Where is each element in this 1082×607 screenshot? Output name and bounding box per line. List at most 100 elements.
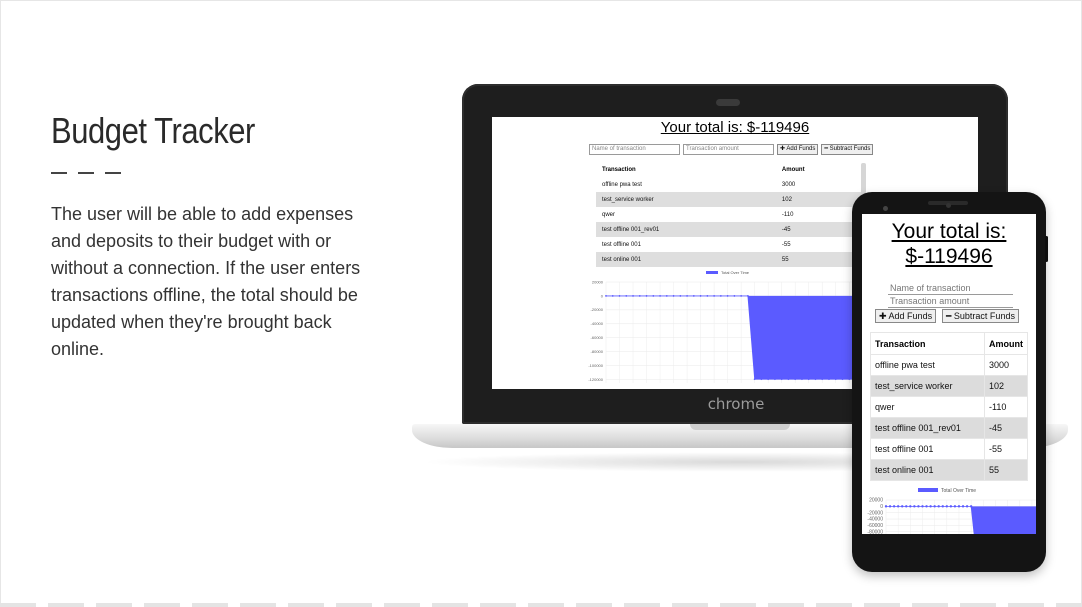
data-point [774, 378, 776, 381]
y-tick-label: 0 [880, 504, 883, 510]
data-point [953, 505, 957, 508]
transaction-name-input[interactable]: Name of transaction [888, 283, 1013, 295]
transaction-name: qwer [602, 211, 616, 218]
data-point [848, 378, 851, 381]
phone-side-button [1045, 236, 1048, 262]
data-point [941, 505, 944, 508]
y-tick-label: -80000 [867, 529, 883, 534]
data-point [746, 295, 749, 297]
data-point [713, 295, 716, 297]
add-funds-button[interactable]: ✚ Add Funds [777, 144, 819, 155]
data-point [760, 378, 763, 381]
transaction-amount: 3000 [984, 354, 1028, 376]
transaction-name: test offline 001 [602, 241, 641, 248]
data-point [740, 295, 743, 297]
data-point [925, 505, 928, 508]
data-point [921, 505, 924, 508]
data-point [672, 295, 675, 297]
data-point [828, 378, 830, 381]
slide-description: The user will be able to add expenses an… [51, 204, 361, 359]
transactions-table: Transaction Amount offline pwa test 3000… [870, 332, 1028, 481]
data-point [726, 295, 729, 297]
table-row: test offline 001 -55 [870, 438, 1028, 460]
table-row: test_service worker 102 [596, 192, 866, 207]
data-point [632, 295, 634, 297]
transaction-amount: -110 [984, 396, 1028, 418]
transaction-amount: 55 [984, 459, 1028, 481]
phone-screen: Your total is: $-119496 Name of transact… [862, 214, 1036, 534]
transaction-amount: 102 [984, 375, 1028, 397]
data-point [905, 505, 908, 508]
transaction-amount: -45 [984, 417, 1028, 439]
data-point [767, 378, 770, 381]
transaction-amount: 3000 [781, 181, 796, 188]
table-row: test offline 001 -55 [596, 237, 866, 252]
total-heading: Your total is: $-119496 [862, 219, 1036, 269]
data-point [692, 295, 695, 297]
data-point [645, 295, 648, 297]
data-point [929, 505, 932, 508]
data-point [896, 505, 900, 508]
y-tick-label: 0 [601, 293, 604, 298]
legend-swatch [706, 271, 718, 274]
total-over-time-chart: Total Over Time 200000-20000-40000-60000-… [867, 488, 1036, 534]
laptop-hinge-notch [690, 424, 790, 430]
data-point [917, 505, 920, 508]
transaction-amount-input[interactable]: Transaction amount [888, 296, 1013, 308]
laptop-brand-label: chrome [707, 395, 765, 413]
y-tick-label: 20000 [592, 279, 604, 284]
data-point [625, 295, 628, 297]
y-tick-label: 20000 [869, 498, 883, 504]
data-point [665, 295, 668, 297]
data-point [618, 295, 621, 297]
transaction-amount-input[interactable]: Transaction amount [683, 144, 774, 155]
data-point [679, 295, 682, 297]
data-point [753, 378, 756, 381]
data-point [821, 378, 824, 381]
data-point [961, 505, 965, 508]
legend-label: Total Over Time [721, 270, 750, 275]
add-funds-button[interactable]: ✚ Add Funds [875, 309, 937, 323]
data-point [605, 295, 607, 297]
data-point [969, 505, 973, 508]
data-point [949, 505, 953, 508]
transaction-name-input[interactable]: Name of transaction [589, 144, 680, 155]
slide-title: Budget Tracker [51, 110, 255, 151]
table-header-row: Transaction Amount [596, 163, 866, 177]
data-point [652, 295, 655, 297]
data-point [913, 505, 916, 508]
subtract-funds-button[interactable]: ━ Subtract Funds [942, 309, 1019, 323]
data-point [909, 505, 912, 508]
title-divider [51, 172, 121, 174]
data-point [780, 378, 783, 381]
y-tick-label: -80000 [591, 349, 604, 354]
table-row: qwer -110 [596, 207, 866, 222]
transaction-name: test offline 001 [870, 438, 985, 460]
data-point [719, 295, 722, 297]
table-row: test offline 001_rev01 -45 [596, 222, 866, 237]
transaction-form: Name of transaction Transaction amount ✚… [589, 144, 874, 155]
table-row: test online 001 55 [596, 252, 866, 267]
legend-swatch [918, 488, 938, 492]
data-point [794, 378, 797, 381]
data-point [933, 505, 936, 508]
bottom-border [0, 603, 1082, 607]
data-point [888, 505, 892, 508]
y-tick-label: -60000 [867, 523, 883, 529]
table-row: test offline 001_rev01 -45 [870, 417, 1028, 439]
data-point [957, 505, 961, 508]
y-tick-label: -20000 [591, 307, 604, 312]
total-heading-label: Your total is: [891, 220, 1007, 243]
table-header-row: Transaction Amount [870, 332, 1028, 355]
data-point [807, 378, 810, 381]
data-point [686, 295, 688, 297]
transaction-amount: -55 [984, 438, 1028, 460]
transaction-name: test_service worker [596, 192, 776, 207]
table-row: qwer -110 [870, 396, 1028, 418]
subtract-funds-button[interactable]: ━ Subtract Funds [821, 144, 874, 155]
column-header-transaction: Transaction [602, 167, 636, 173]
data-point [733, 295, 736, 297]
phone-front-camera [946, 203, 951, 208]
y-tick-label: -40000 [867, 517, 883, 523]
data-point [892, 505, 896, 508]
